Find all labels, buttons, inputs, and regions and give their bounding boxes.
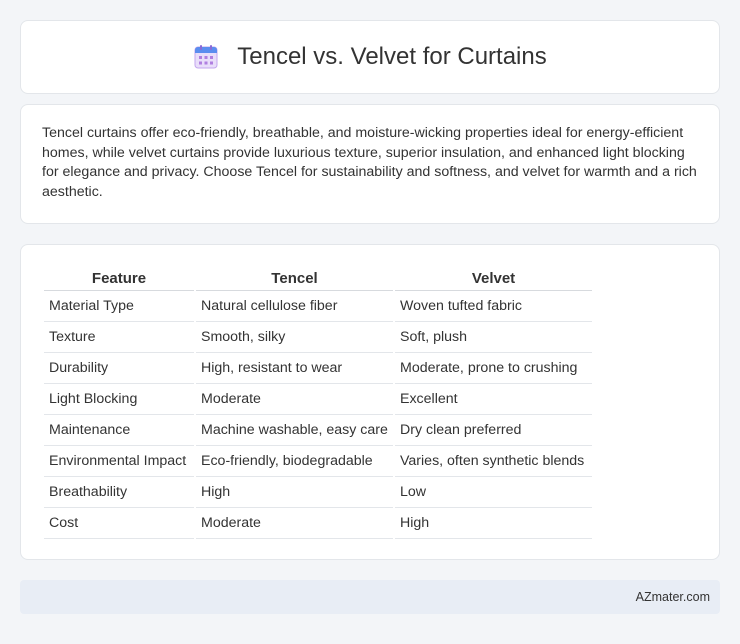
table-header-row: Feature Tencel Velvet [44, 265, 592, 291]
intro-paragraph: Tencel curtains offer eco-friendly, brea… [42, 125, 697, 200]
feature-cell: Texture [44, 322, 194, 353]
velvet-cell: Varies, often synthetic blends [395, 446, 592, 477]
table-row: Durability High, resistant to wear Moder… [44, 353, 592, 384]
tencel-cell: High [196, 477, 393, 508]
tencel-cell: Machine washable, easy care [196, 415, 393, 446]
footer-bar: AZmater.com [20, 580, 720, 614]
feature-cell: Environmental Impact [44, 446, 194, 477]
comparison-card: Feature Tencel Velvet Material Type Natu… [20, 244, 720, 560]
title-wrap: Tencel vs. Velvet for Curtains [193, 43, 547, 71]
tencel-cell: Natural cellulose fiber [196, 291, 393, 322]
velvet-cell: Dry clean preferred [395, 415, 592, 446]
table-row: Light Blocking Moderate Excellent [44, 384, 592, 415]
header-card: Tencel vs. Velvet for Curtains [20, 20, 720, 94]
tencel-cell: High, resistant to wear [196, 353, 393, 384]
table-row: Breathability High Low [44, 477, 592, 508]
table-row: Environmental Impact Eco-friendly, biode… [44, 446, 592, 477]
feature-cell: Material Type [44, 291, 194, 322]
velvet-cell: Woven tufted fabric [395, 291, 592, 322]
tencel-cell: Eco-friendly, biodegradable [196, 446, 393, 477]
feature-cell: Maintenance [44, 415, 194, 446]
velvet-cell: High [395, 508, 592, 539]
header-velvet: Velvet [395, 265, 592, 291]
tencel-cell: Smooth, silky [196, 322, 393, 353]
velvet-cell: Soft, plush [395, 322, 592, 353]
tencel-cell: Moderate [196, 384, 393, 415]
velvet-cell: Moderate, prone to crushing [395, 353, 592, 384]
feature-cell: Light Blocking [44, 384, 194, 415]
header-feature: Feature [44, 265, 194, 291]
footer-site-link[interactable]: AZmater.com [636, 590, 710, 604]
velvet-cell: Low [395, 477, 592, 508]
feature-cell: Cost [44, 508, 194, 539]
header-tencel: Tencel [196, 265, 393, 291]
table-row: Maintenance Machine washable, easy care … [44, 415, 592, 446]
calendar-icon [193, 44, 219, 70]
feature-cell: Durability [44, 353, 194, 384]
velvet-cell: Excellent [395, 384, 592, 415]
feature-cell: Breathability [44, 477, 194, 508]
intro-card: Tencel curtains offer eco-friendly, brea… [20, 104, 720, 224]
page-title: Tencel vs. Velvet for Curtains [237, 43, 547, 70]
tencel-cell: Moderate [196, 508, 393, 539]
comparison-table: Feature Tencel Velvet Material Type Natu… [42, 265, 594, 539]
table-row: Material Type Natural cellulose fiber Wo… [44, 291, 592, 322]
table-row: Texture Smooth, silky Soft, plush [44, 322, 592, 353]
table-row: Cost Moderate High [44, 508, 592, 539]
